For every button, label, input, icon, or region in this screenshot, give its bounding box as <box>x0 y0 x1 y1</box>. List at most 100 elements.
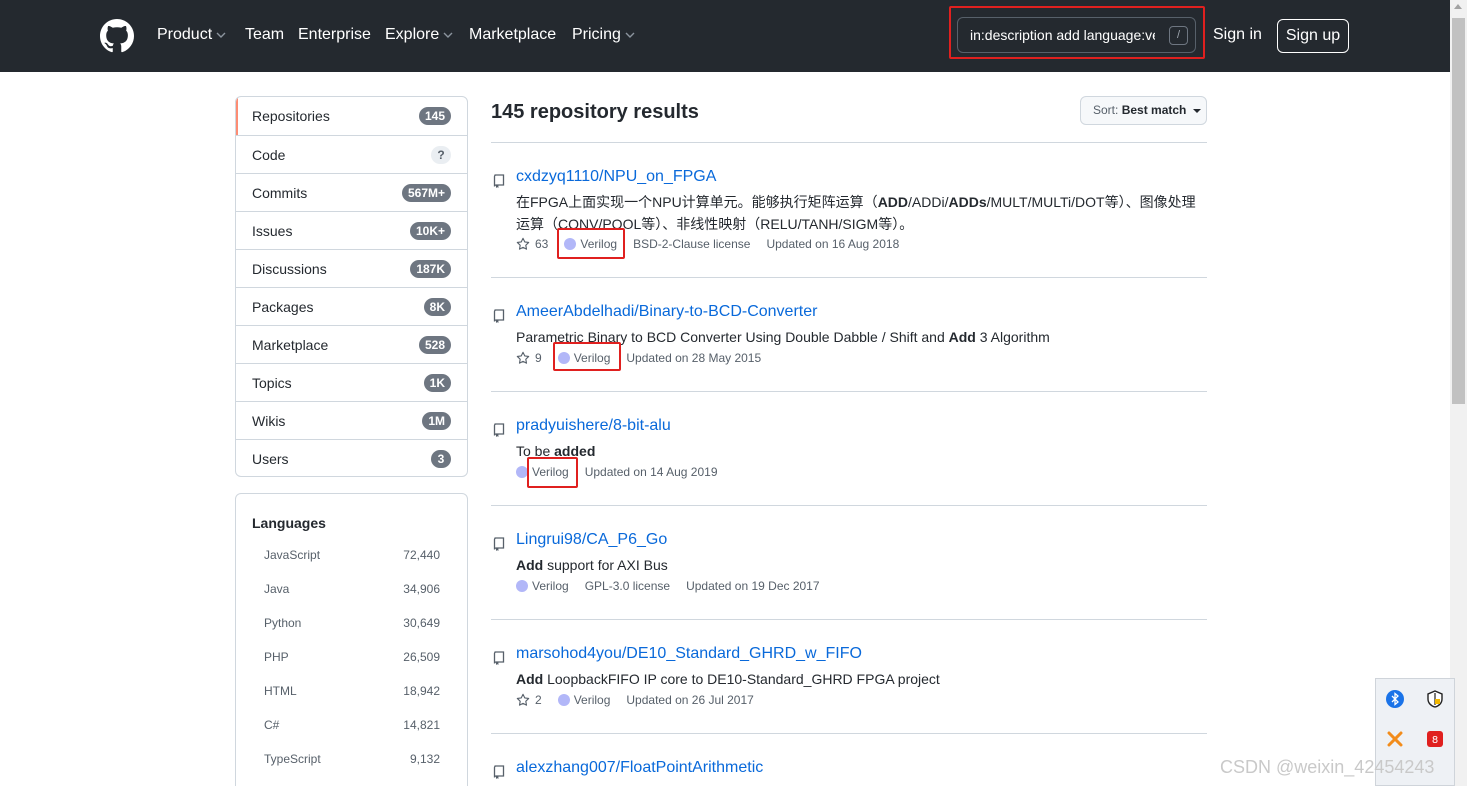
menu-item-label: Packages <box>252 299 314 315</box>
menu-item-users[interactable]: Users 3 <box>236 439 467 476</box>
repo-name-link[interactable]: Lingrui98/CA_P6_Go <box>516 531 667 549</box>
repo-language: Verilog <box>516 579 569 593</box>
nav-marketplace[interactable]: Marketplace <box>469 26 556 44</box>
divider <box>491 391 1207 392</box>
scrollbar-thumb[interactable] <box>1452 18 1465 404</box>
repo-name-link[interactable]: AmeerAbdelhadi/Binary-to-BCD-Converter <box>516 303 817 321</box>
language-filter-item[interactable]: Python 30,649 <box>264 616 440 634</box>
star-count[interactable]: 63 <box>535 237 548 251</box>
nav-team-label: Team <box>245 26 285 43</box>
repo-updated: Updated on 28 May 2015 <box>626 351 762 365</box>
sign-up-button[interactable]: Sign up <box>1277 19 1349 53</box>
count-badge: 1M <box>422 412 451 430</box>
repo-license: BSD-2-Clause license <box>633 237 751 251</box>
language-name: TypeScript <box>264 752 321 766</box>
language-name: PHP <box>264 650 289 664</box>
sort-dropdown-button[interactable]: Sort: Best match <box>1080 96 1207 125</box>
sign-in-link[interactable]: Sign in <box>1213 26 1262 44</box>
repo-name-link[interactable]: alexzhang007/FloatPointArithmetic <box>516 759 763 777</box>
languages-filter: Languages JavaScript 72,440 Java 34,906 … <box>235 493 468 786</box>
divider <box>491 505 1207 506</box>
repo-updated: Updated on 26 Jul 2017 <box>626 693 754 707</box>
divider <box>491 733 1207 734</box>
repo-name-link[interactable]: cxdzyq1110/NPU_on_FPGA <box>516 168 716 186</box>
star-count[interactable]: 2 <box>535 693 542 707</box>
description-text: /ADDi/ <box>908 194 949 210</box>
chevron-down-icon <box>216 32 226 38</box>
menu-item-label: Wikis <box>252 413 286 429</box>
star-count[interactable]: 9 <box>535 351 542 365</box>
star-icon[interactable] <box>516 693 530 707</box>
repo-language: Verilog <box>557 693 611 707</box>
repo-description: Add LoopbackFIFO IP core to DE10-Standar… <box>516 668 1206 690</box>
bluetooth-icon[interactable] <box>1385 689 1405 709</box>
repo-meta: 2 Verilog Updated on 26 Jul 2017 <box>516 691 754 709</box>
repo-icon <box>493 423 505 437</box>
language-name: Java <box>264 582 290 596</box>
count-badge: 567M+ <box>401 184 451 202</box>
language-filter-item[interactable]: HTML 18,942 <box>264 684 440 702</box>
divider <box>491 619 1207 620</box>
nav-product-label: Product <box>157 26 213 43</box>
count-badge: 528 <box>418 336 451 354</box>
menu-item-code[interactable]: Code ? <box>236 135 467 173</box>
star-icon[interactable] <box>516 237 530 251</box>
language-filter-item[interactable]: TypeScript 9,132 <box>264 752 440 770</box>
menu-item-discussions[interactable]: Discussions 187K <box>236 249 467 287</box>
github-logo-icon[interactable] <box>100 19 134 53</box>
language-count: 72,440 <box>403 548 440 562</box>
repo-icon <box>493 174 505 188</box>
language-color-dot <box>557 694 570 706</box>
menu-item-label: Repositories <box>252 108 330 124</box>
red-app-icon[interactable]: 8 <box>1425 729 1445 749</box>
menu-item-repositories[interactable]: Repositories 145 <box>236 97 467 135</box>
repo-updated: Updated on 19 Dec 2017 <box>686 579 820 593</box>
menu-item-wikis[interactable]: Wikis 1M <box>236 401 467 439</box>
nav-team[interactable]: Team <box>245 26 284 44</box>
page: Product Team Enterprise Explore Marketpl… <box>0 0 1467 786</box>
search-input[interactable] <box>957 17 1196 53</box>
repo-name-link[interactable]: pradyuishere/8-bit-alu <box>516 417 671 435</box>
x-app-icon[interactable] <box>1385 729 1405 749</box>
language-highlight-box <box>527 457 578 488</box>
menu-item-topics[interactable]: Topics 1K <box>236 363 467 401</box>
repo-updated: Updated on 14 Aug 2019 <box>584 465 718 479</box>
repo-icon <box>493 309 505 323</box>
nav-product[interactable]: Product <box>157 26 226 44</box>
repo-name-link[interactable]: marsohod4you/DE10_Standard_GHRD_w_FIFO <box>516 645 862 663</box>
menu-item-label: Marketplace <box>252 337 329 353</box>
count-badge: ? <box>431 146 451 164</box>
nav-explore[interactable]: Explore <box>385 26 453 44</box>
nav-enterprise-label: Enterprise <box>298 26 371 43</box>
language-filter-item[interactable]: JavaScript 72,440 <box>264 548 440 566</box>
language-filter-item[interactable]: C# 14,821 <box>264 718 440 736</box>
menu-item-marketplace[interactable]: Marketplace 528 <box>236 325 467 363</box>
star-icon[interactable] <box>516 351 530 365</box>
repo-icon <box>493 651 505 665</box>
security-shield-icon[interactable] <box>1425 689 1445 709</box>
count-badge: 10K+ <box>409 222 451 240</box>
menu-item-label: Topics <box>252 375 292 391</box>
language-filter-item[interactable]: Java 34,906 <box>264 582 440 600</box>
menu-item-label: Issues <box>252 223 293 239</box>
nav-marketplace-label: Marketplace <box>469 26 557 43</box>
search-highlight-text: ADDs <box>948 194 987 210</box>
language-filter-item[interactable]: PHP 26,509 <box>264 650 440 668</box>
language-color-dot <box>516 580 528 592</box>
menu-item-label: Discussions <box>252 261 327 277</box>
repo-license: GPL-3.0 license <box>584 579 671 593</box>
nav-enterprise[interactable]: Enterprise <box>298 26 371 44</box>
language-highlight-box <box>553 342 621 371</box>
caret-down-icon <box>1192 108 1201 113</box>
scroll-up-arrow-icon[interactable] <box>1454 4 1462 9</box>
repo-meta: Verilog GPL-3.0 license Updated on 19 De… <box>516 577 820 595</box>
menu-item-commits[interactable]: Commits 567M+ <box>236 173 467 211</box>
nav-pricing-label: Pricing <box>572 26 621 43</box>
repo-description: To be added <box>516 440 1206 462</box>
repo-language-label: Verilog <box>573 693 611 707</box>
menu-item-issues[interactable]: Issues 10K+ <box>236 211 467 249</box>
watermark-text: CSDN @weixin_42454243 <box>1220 757 1435 777</box>
menu-item-packages[interactable]: Packages 8K <box>236 287 467 325</box>
nav-pricing[interactable]: Pricing <box>572 26 635 44</box>
repo-result: Lingrui98/CA_P6_Go Add support for AXI B… <box>491 531 1207 601</box>
